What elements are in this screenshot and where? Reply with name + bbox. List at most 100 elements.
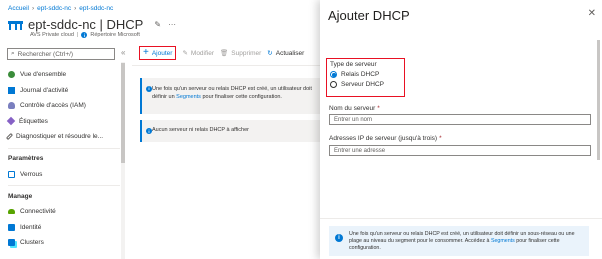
refresh-label: Actualiser [275, 49, 305, 57]
info-banner-text-end: pour finaliser cette configuration. [202, 94, 282, 100]
server-name-label: Nom du serveur * [329, 105, 380, 112]
panel-info-banner: i Une fois qu'un serveur ou relais DHCP … [329, 226, 589, 256]
server-name-field[interactable]: Entrer un nom [329, 114, 591, 125]
dhcp-network-icon [8, 18, 23, 31]
sidebar-item-label: Journal d'activité [20, 86, 69, 94]
subtitle-divider: | [76, 32, 79, 38]
sidebar-item-label: Diagnostiquer et résoudre le... [16, 133, 104, 141]
page-subtitle: AVS Private cloud | i Répertoire Microso… [30, 32, 140, 38]
radio-selected-icon[interactable] [330, 71, 337, 78]
server-type-group: Type de serveur Relais DHCP Serveur DHCP [326, 58, 405, 97]
panel-scrollbar[interactable] [597, 40, 600, 160]
search-input[interactable]: ⌕ Rechercher (Ctrl+/) [7, 48, 115, 60]
edit-label: Modifier [190, 49, 215, 57]
required-marker: * [377, 105, 380, 112]
doc-link[interactable]: Répertoire Microsoft [90, 32, 140, 38]
sidebar-item-label: Verrous [20, 170, 43, 178]
delete-label: Supprimer [231, 49, 262, 57]
radio-label: Serveur DHCP [341, 81, 384, 88]
activity-log-icon [8, 86, 15, 94]
info-banner: i Une fois qu'un serveur ou relais DHCP … [140, 78, 320, 114]
sidebar-item-identity[interactable]: Identité [8, 220, 120, 236]
overview-icon [8, 71, 15, 79]
search-placeholder: Rechercher (Ctrl+/) [17, 50, 74, 58]
close-icon[interactable]: ✕ [588, 8, 596, 19]
edit-button[interactable]: ✎ Modifier [182, 46, 214, 60]
wrench-icon [5, 133, 14, 141]
empty-state-banner: i Aucun serveur ni relais DHCP à affiche… [140, 120, 320, 142]
sidebar-item-locks[interactable]: Verrous [8, 167, 120, 183]
sidebar-item-access-control[interactable]: Contrôle d'accès (IAM) [8, 98, 120, 114]
sidebar-item-clusters[interactable]: Clusters [8, 235, 120, 251]
panel-divider [320, 218, 602, 219]
server-ip-label: Adresses IP de serveur (jusqu'à trois) * [329, 135, 442, 142]
radio-dhcp-server[interactable]: Serveur DHCP [330, 81, 404, 88]
radio-unselected-icon[interactable] [330, 81, 337, 88]
people-icon [8, 102, 15, 110]
pin-icon[interactable]: ✎ [154, 20, 161, 29]
sidebar-item-overview[interactable]: Vue d'ensemble [8, 67, 120, 83]
empty-state-text: Aucun serveur ni relais DHCP à afficher [152, 127, 250, 133]
trash-icon: 🗑 [220, 50, 229, 57]
section-manage: Manage [8, 192, 33, 200]
info-icon: i [81, 32, 88, 38]
add-label: Ajouter [151, 49, 173, 57]
tag-icon [6, 117, 16, 126]
sidebar-item-activity-log[interactable]: Journal d'activité [8, 83, 120, 99]
collapse-menu-icon[interactable]: « [121, 48, 125, 57]
radio-label: Relais DHCP [341, 71, 380, 78]
chevron-right-icon: › [31, 5, 35, 12]
pencil-icon: ✎ [182, 50, 188, 57]
segments-link[interactable]: Segments [176, 94, 201, 100]
info-icon: i [146, 128, 152, 134]
clusters-icon [8, 239, 15, 247]
sidebar-item-label: Clusters [20, 239, 44, 247]
breadcrumb-sddc[interactable]: ept-sddc-nc [37, 5, 71, 12]
add-button[interactable]: + Ajouter [139, 46, 177, 60]
nav-divider [8, 185, 120, 186]
server-ip-label-text: Adresses IP de serveur (jusqu'à trois) [329, 135, 438, 142]
server-ip-placeholder: Entrer une adresse [334, 147, 386, 154]
radio-dhcp-relay[interactable]: Relais DHCP [330, 71, 404, 78]
search-icon: ⌕ [11, 50, 15, 57]
sidebar-item-diagnose[interactable]: Diagnostiquer et résoudre le... [5, 129, 120, 145]
panel-title: Ajouter DHCP [328, 8, 410, 23]
sidebar-item-label: Vue d'ensemble [20, 71, 67, 79]
info-icon: i [335, 234, 343, 242]
sidebar-item-label: Contrôle d'accès (IAM) [20, 102, 86, 110]
page-title: ept-sddc-nc | DHCP [28, 17, 144, 32]
server-ip-field[interactable]: Entrer une adresse [329, 145, 591, 156]
breadcrumb-sddc-2[interactable]: ept-sddc-nc [79, 5, 113, 12]
cloud-icon [8, 209, 15, 215]
plus-icon: + [143, 47, 149, 58]
sidebar-item-label: Étiquettes [19, 117, 48, 125]
delete-button[interactable]: 🗑 Supprimer [220, 46, 261, 60]
command-bar: + Ajouter ✎ Modifier 🗑 Supprimer ↻ Actua… [139, 46, 304, 60]
identity-icon [8, 223, 15, 231]
panel-segments-link[interactable]: Segments [491, 238, 515, 244]
sidebar-item-label: Identité [20, 223, 42, 231]
server-name-placeholder: Entrer un nom [334, 116, 373, 123]
sidebar-scrollbar-thumb[interactable] [121, 63, 125, 163]
required-marker: * [439, 135, 442, 142]
breadcrumb: Accueil › ept-sddc-nc › ept-sddc-nc [8, 5, 113, 12]
lock-icon [8, 170, 15, 178]
nav-divider [8, 147, 120, 149]
server-type-label: Type de serveur [330, 61, 377, 68]
chevron-right-icon: › [74, 5, 77, 12]
more-options-icon[interactable]: ··· [168, 20, 176, 29]
command-bar-divider [132, 65, 320, 66]
page-header: ept-sddc-nc | DHCP ✎ ··· [8, 17, 176, 32]
sidebar-item-tags[interactable]: Étiquettes [6, 114, 120, 130]
resource-type: AVS Private cloud [30, 32, 74, 38]
info-icon: i [146, 86, 152, 92]
dhcp-blade: Accueil › ept-sddc-nc › ept-sddc-nc ept-… [0, 0, 320, 259]
sidebar-nav: Vue d'ensemble Journal d'activité Contrô… [5, 67, 120, 251]
refresh-button[interactable]: ↻ Actualiser [267, 46, 304, 60]
breadcrumb-home[interactable]: Accueil [8, 5, 29, 12]
section-settings: Paramètres [8, 155, 44, 162]
add-dhcp-panel: Ajouter DHCP ✕ Type de serveur Relais DH… [320, 0, 602, 259]
sidebar-item-label: Connectivité [20, 208, 56, 216]
sidebar-item-connectivity[interactable]: Connectivité [8, 204, 120, 220]
refresh-icon: ↻ [267, 50, 273, 57]
